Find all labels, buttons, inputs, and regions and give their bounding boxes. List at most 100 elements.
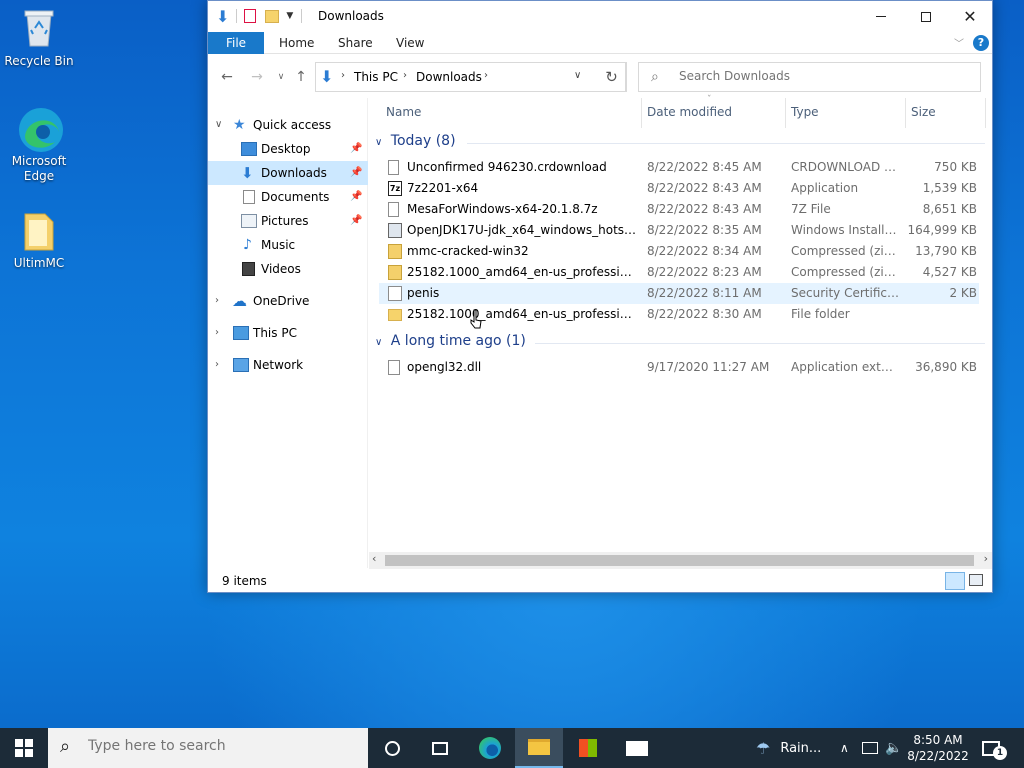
tab-home[interactable]: Home: [265, 32, 328, 54]
taskbar-edge-button[interactable]: [466, 728, 514, 768]
nav-onedrive[interactable]: › ☁ OneDrive: [208, 289, 368, 313]
taskbar-mail-button[interactable]: [613, 728, 661, 768]
tab-file[interactable]: File: [208, 32, 264, 54]
column-divider[interactable]: [985, 98, 986, 128]
download-arrow-icon: ⬇: [216, 6, 230, 26]
file-row[interactable]: opengl32.dll 9/17/2020 11:27 AM Applicat…: [379, 357, 979, 378]
pin-icon[interactable]: 📌: [350, 185, 362, 209]
file-row[interactable]: mmc-cracked-win32 8/22/2022 8:34 AM Comp…: [379, 241, 979, 262]
file-row[interactable]: 25182.1000_amd64_en-us_professional_5...…: [379, 262, 979, 283]
column-header-type[interactable]: Type: [791, 105, 819, 119]
details-view-icon[interactable]: [945, 572, 965, 590]
new-folder-icon[interactable]: [265, 9, 280, 23]
customize-toolbar-dropdown-icon[interactable]: ▼: [286, 11, 293, 21]
umbrella-icon: ☂: [756, 738, 771, 758]
nav-item-videos[interactable]: Videos: [208, 257, 368, 281]
file-type: Application: [791, 181, 859, 195]
file-date: 9/17/2020 11:27 AM: [647, 360, 770, 374]
desktop-icon-ultimmc[interactable]: UltimMC: [3, 208, 75, 270]
start-button[interactable]: [0, 728, 48, 768]
edge-icon: [479, 737, 501, 759]
close-button[interactable]: ✕: [947, 1, 993, 32]
address-bar[interactable]: ⬇ › This PC › Downloads › ∨: [315, 62, 626, 92]
chevron-right-icon[interactable]: ›: [215, 353, 219, 377]
breadcrumb-downloads[interactable]: Downloads: [416, 70, 482, 84]
column-divider[interactable]: [785, 98, 786, 128]
nav-item-desktop[interactable]: Desktop 📌: [208, 137, 368, 161]
star-icon: ★: [233, 117, 246, 133]
desktop-icon-recycle-bin[interactable]: Recycle Bin: [3, 6, 75, 68]
maximize-icon: [921, 11, 931, 22]
up-button[interactable]: ↑: [290, 66, 312, 88]
volume-tray-button[interactable]: 🔈: [885, 728, 902, 768]
chevron-up-icon: ∧: [840, 741, 849, 755]
recent-locations-button[interactable]: ∨: [270, 66, 292, 88]
file-row[interactable]: OpenJDK17U-jdk_x64_windows_hotspot_... 8…: [379, 220, 979, 241]
nav-item-documents[interactable]: Documents 📌: [208, 185, 368, 209]
properties-icon[interactable]: [244, 9, 257, 23]
large-icons-view-icon[interactable]: [969, 574, 983, 586]
weather-widget[interactable]: ☂ Rain...: [756, 728, 821, 768]
network-tray-button[interactable]: [862, 728, 878, 768]
clock[interactable]: 8:50 AM 8/22/2022: [907, 728, 969, 768]
file-row[interactable]: Unconfirmed 946230.crdownload 8/22/2022 …: [379, 157, 979, 178]
help-icon[interactable]: ?: [973, 35, 989, 51]
column-header-date[interactable]: Date modified: [647, 105, 732, 119]
nav-this-pc-label: This PC: [253, 326, 297, 340]
nav-network[interactable]: › Network: [208, 353, 368, 377]
group-header-long-time-ago[interactable]: ∨ A long time ago (1): [375, 333, 985, 349]
desktop-icon: [241, 142, 257, 156]
minimize-button[interactable]: [858, 1, 904, 32]
nav-quick-access[interactable]: ∨ ★ Quick access: [208, 113, 368, 137]
search-icon: ⌕: [651, 69, 659, 85]
forward-button[interactable]: →: [246, 66, 268, 88]
chevron-right-icon[interactable]: ›: [215, 289, 219, 313]
chevron-right-icon[interactable]: ›: [215, 321, 219, 345]
maximize-button[interactable]: [903, 1, 949, 32]
pin-icon[interactable]: 📌: [350, 161, 362, 185]
breadcrumb-this-pc[interactable]: This PC: [354, 70, 398, 84]
pin-icon[interactable]: 📌: [350, 209, 362, 233]
file-row[interactable]: 25182.1000_amd64_en-us_professional_5...…: [379, 304, 979, 325]
nav-item-pictures[interactable]: Pictures 📌: [208, 209, 368, 233]
search-box[interactable]: ⌕: [638, 62, 981, 92]
show-hidden-icons-button[interactable]: ∧: [840, 728, 849, 768]
taskbar-store-button[interactable]: [564, 728, 612, 768]
column-divider[interactable]: [641, 98, 642, 128]
action-center-button[interactable]: 1: [982, 728, 1007, 768]
scroll-right-icon[interactable]: ›: [984, 552, 988, 565]
tab-share[interactable]: Share: [324, 32, 387, 54]
scrollbar-thumb[interactable]: [385, 555, 974, 566]
taskbar-search-box[interactable]: ⌕: [48, 728, 368, 768]
speaker-muted-icon: 🔈: [885, 740, 903, 756]
quick-access-toolbar: ⬇ ▼: [216, 6, 303, 26]
column-header-name[interactable]: Name: [386, 105, 421, 119]
search-input[interactable]: [679, 69, 969, 83]
column-header-size[interactable]: Size: [911, 105, 936, 119]
scroll-left-icon[interactable]: ‹: [372, 552, 376, 565]
file-row[interactable]: penis 8/22/2022 8:11 AM Security Certifi…: [379, 283, 979, 304]
task-view-button[interactable]: [416, 728, 464, 768]
nav-item-downloads[interactable]: ⬇ Downloads 📌: [208, 161, 368, 185]
file-name: 25182.1000_amd64_en-us_professional_5...: [407, 265, 637, 279]
taskbar-search-input[interactable]: [88, 738, 358, 754]
nav-this-pc[interactable]: › This PC: [208, 321, 368, 345]
cortana-button[interactable]: [368, 728, 416, 768]
chevron-down-icon[interactable]: ∨: [215, 113, 222, 137]
file-row[interactable]: 7z 7z2201-x64 8/22/2022 8:43 AM Applicat…: [379, 178, 979, 199]
file-row[interactable]: MesaForWindows-x64-20.1.8.7z 8/22/2022 8…: [379, 199, 979, 220]
back-button[interactable]: ←: [216, 66, 238, 88]
horizontal-scrollbar[interactable]: ‹ ›: [369, 552, 992, 569]
task-view-icon: [432, 741, 448, 755]
column-divider[interactable]: [905, 98, 906, 128]
group-header-today[interactable]: ∨ Today (8): [375, 133, 985, 149]
taskbar-file-explorer-button[interactable]: [515, 728, 563, 768]
desktop-icon-edge[interactable]: Microsoft Edge: [3, 106, 75, 184]
nav-item-music[interactable]: ♪ Music: [208, 233, 368, 257]
refresh-button[interactable]: ↻: [597, 62, 627, 92]
expand-ribbon-chevron-icon[interactable]: ﹀: [954, 35, 964, 50]
address-dropdown-icon[interactable]: ∨: [574, 70, 581, 81]
tab-view[interactable]: View: [382, 32, 438, 54]
cortana-circle-icon: [384, 740, 400, 756]
pin-icon[interactable]: 📌: [350, 137, 362, 161]
